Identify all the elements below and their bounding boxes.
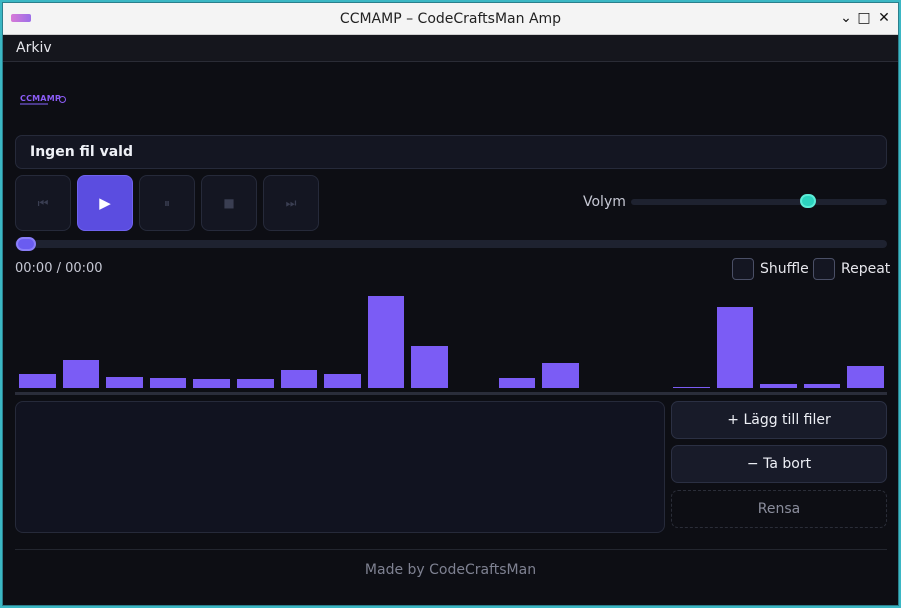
logo-emblem-icon: [59, 96, 66, 103]
pause-icon: ⏸: [163, 195, 170, 210]
play-icon: ▶: [99, 194, 111, 212]
visualizer-bar: [760, 384, 797, 388]
visualizer-bar: [498, 378, 536, 388]
play-button[interactable]: ▶: [77, 175, 133, 231]
app-logo: CCMAMP: [20, 94, 61, 103]
playlist[interactable]: [15, 401, 665, 533]
seek-slider-thumb[interactable]: [16, 237, 36, 251]
repeat-label[interactable]: Repeat: [841, 261, 890, 277]
shuffle-checkbox[interactable]: [732, 258, 754, 280]
app-window: CCMAMP – CodeCraftsMan Amp ⌄ □ ✕ Arkiv C…: [2, 2, 899, 606]
volume-label: Volym: [583, 194, 626, 210]
window-title: CCMAMP – CodeCraftsMan Amp: [339, 11, 562, 27]
remove-button[interactable]: − Ta bort: [671, 445, 887, 483]
repeat-checkbox[interactable]: [813, 258, 835, 280]
stop-button[interactable]: ■: [201, 175, 257, 231]
visualizer-bar: [673, 387, 710, 388]
visualizer-bar: [193, 379, 230, 388]
audio-visualizer: [15, 288, 887, 388]
visualizer-bar: [19, 374, 56, 388]
visualizer-bar: [149, 378, 187, 388]
minimize-icon[interactable]: ⌄: [837, 9, 855, 27]
add-files-button[interactable]: + Lägg till filer: [671, 401, 887, 439]
shuffle-label[interactable]: Shuffle: [760, 261, 809, 277]
now-playing-display: Ingen fil vald: [15, 135, 887, 169]
previous-button[interactable]: ⏮: [15, 175, 71, 231]
menu-item-arkiv[interactable]: Arkiv: [16, 40, 52, 56]
clear-button[interactable]: Rensa: [671, 490, 887, 528]
menu-bar: Arkiv: [3, 35, 898, 62]
volume-slider-thumb[interactable]: [799, 194, 816, 208]
logo-underline: [20, 103, 48, 105]
visualizer-bar: [62, 360, 100, 388]
visualizer-baseline: [15, 392, 887, 395]
visualizer-bar: [106, 377, 143, 388]
footer-divider: [15, 549, 887, 550]
previous-icon: ⏮: [37, 195, 49, 210]
maximize-icon[interactable]: □: [855, 9, 873, 27]
footer-credit: Made by CodeCraftsMan: [364, 562, 537, 578]
next-icon: ⏭: [285, 195, 297, 210]
visualizer-bar: [280, 370, 318, 388]
stop-icon: ■: [223, 196, 235, 210]
time-display: 00:00 / 00:00: [15, 261, 103, 276]
volume-slider[interactable]: [631, 194, 887, 208]
visualizer-bar: [847, 366, 884, 388]
pause-button[interactable]: ⏸: [139, 175, 195, 231]
now-playing-label: Ingen fil vald: [30, 144, 133, 160]
visualizer-bar: [411, 346, 448, 388]
visualizer-bar: [237, 379, 274, 388]
title-bar[interactable]: CCMAMP – CodeCraftsMan Amp ⌄ □ ✕: [3, 3, 898, 35]
close-icon[interactable]: ✕: [875, 9, 893, 27]
visualizer-bar: [542, 363, 579, 388]
seek-slider[interactable]: [15, 237, 887, 251]
visualizer-bar: [324, 374, 361, 388]
visualizer-bar: [803, 384, 841, 388]
next-button[interactable]: ⏭: [263, 175, 319, 231]
visualizer-bar: [716, 307, 754, 388]
visualizer-bar: [367, 296, 405, 388]
